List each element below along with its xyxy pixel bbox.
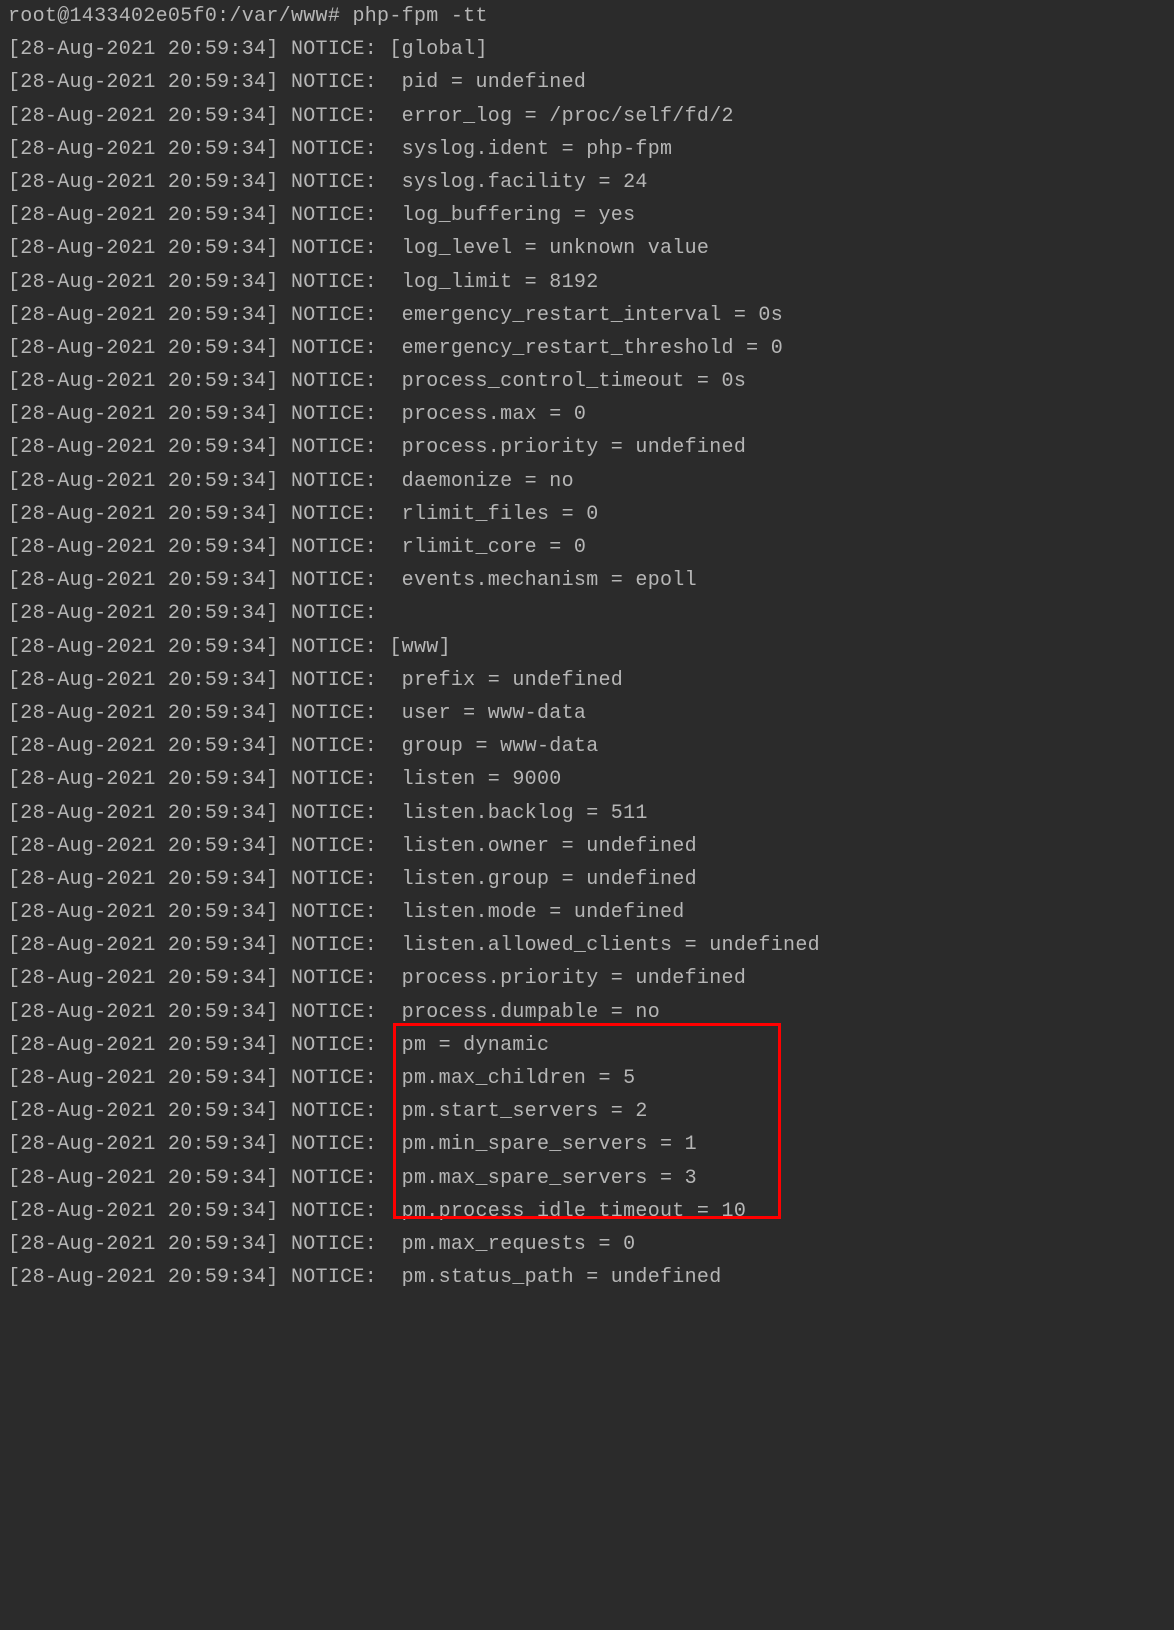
log-line: [28-Aug-2021 20:59:34] NOTICE: pm.max_ch… [8, 1062, 1166, 1095]
terminal-window[interactable]: root@1433402e05f0:/var/www# php-fpm -tt … [0, 0, 1174, 1630]
log-line: [28-Aug-2021 20:59:34] NOTICE: log_level… [8, 232, 1166, 265]
log-line: [28-Aug-2021 20:59:34] NOTICE: syslog.fa… [8, 166, 1166, 199]
log-line: [28-Aug-2021 20:59:34] NOTICE: listen.gr… [8, 863, 1166, 896]
log-line: [28-Aug-2021 20:59:34] NOTICE: [www] [8, 631, 1166, 664]
log-line: [28-Aug-2021 20:59:34] NOTICE: prefix = … [8, 664, 1166, 697]
log-line: [28-Aug-2021 20:59:34] NOTICE: pm.start_… [8, 1095, 1166, 1128]
log-output: [28-Aug-2021 20:59:34] NOTICE: [global][… [8, 33, 1166, 1294]
shell-prompt-line: root@1433402e05f0:/var/www# php-fpm -tt [8, 0, 1166, 33]
log-line: [28-Aug-2021 20:59:34] NOTICE: emergency… [8, 299, 1166, 332]
log-line: [28-Aug-2021 20:59:34] NOTICE: events.me… [8, 564, 1166, 597]
log-line: [28-Aug-2021 20:59:34] NOTICE: process.p… [8, 431, 1166, 464]
log-line: [28-Aug-2021 20:59:34] NOTICE: [global] [8, 33, 1166, 66]
log-line: [28-Aug-2021 20:59:34] NOTICE: emergency… [8, 332, 1166, 365]
log-line: [28-Aug-2021 20:59:34] NOTICE: rlimit_co… [8, 531, 1166, 564]
log-line: [28-Aug-2021 20:59:34] NOTICE: error_log… [8, 100, 1166, 133]
log-line: [28-Aug-2021 20:59:34] NOTICE: listen.ba… [8, 797, 1166, 830]
log-line: [28-Aug-2021 20:59:34] NOTICE: pm.max_sp… [8, 1162, 1166, 1195]
log-line: [28-Aug-2021 20:59:34] NOTICE: [8, 597, 1166, 630]
log-line: [28-Aug-2021 20:59:34] NOTICE: pm = dyna… [8, 1029, 1166, 1062]
log-line: [28-Aug-2021 20:59:34] NOTICE: listen.mo… [8, 896, 1166, 929]
log-line: [28-Aug-2021 20:59:34] NOTICE: group = w… [8, 730, 1166, 763]
log-line: [28-Aug-2021 20:59:34] NOTICE: pm.max_re… [8, 1228, 1166, 1261]
log-line: [28-Aug-2021 20:59:34] NOTICE: pm.min_sp… [8, 1128, 1166, 1161]
log-line: [28-Aug-2021 20:59:34] NOTICE: listen.ow… [8, 830, 1166, 863]
log-line: [28-Aug-2021 20:59:34] NOTICE: rlimit_fi… [8, 498, 1166, 531]
log-line: [28-Aug-2021 20:59:34] NOTICE: syslog.id… [8, 133, 1166, 166]
log-line: [28-Aug-2021 20:59:34] NOTICE: listen.al… [8, 929, 1166, 962]
log-line: [28-Aug-2021 20:59:34] NOTICE: pm.status… [8, 1261, 1166, 1294]
log-line: [28-Aug-2021 20:59:34] NOTICE: log_buffe… [8, 199, 1166, 232]
log-line: [28-Aug-2021 20:59:34] NOTICE: process.d… [8, 996, 1166, 1029]
log-line: [28-Aug-2021 20:59:34] NOTICE: process_c… [8, 365, 1166, 398]
log-line: [28-Aug-2021 20:59:34] NOTICE: log_limit… [8, 266, 1166, 299]
log-line: [28-Aug-2021 20:59:34] NOTICE: user = ww… [8, 697, 1166, 730]
log-line: [28-Aug-2021 20:59:34] NOTICE: listen = … [8, 763, 1166, 796]
log-line: [28-Aug-2021 20:59:34] NOTICE: process.m… [8, 398, 1166, 431]
log-line: [28-Aug-2021 20:59:34] NOTICE: process.p… [8, 962, 1166, 995]
log-line: [28-Aug-2021 20:59:34] NOTICE: pm.proces… [8, 1195, 1166, 1228]
log-line: [28-Aug-2021 20:59:34] NOTICE: pid = und… [8, 66, 1166, 99]
log-line: [28-Aug-2021 20:59:34] NOTICE: daemonize… [8, 465, 1166, 498]
